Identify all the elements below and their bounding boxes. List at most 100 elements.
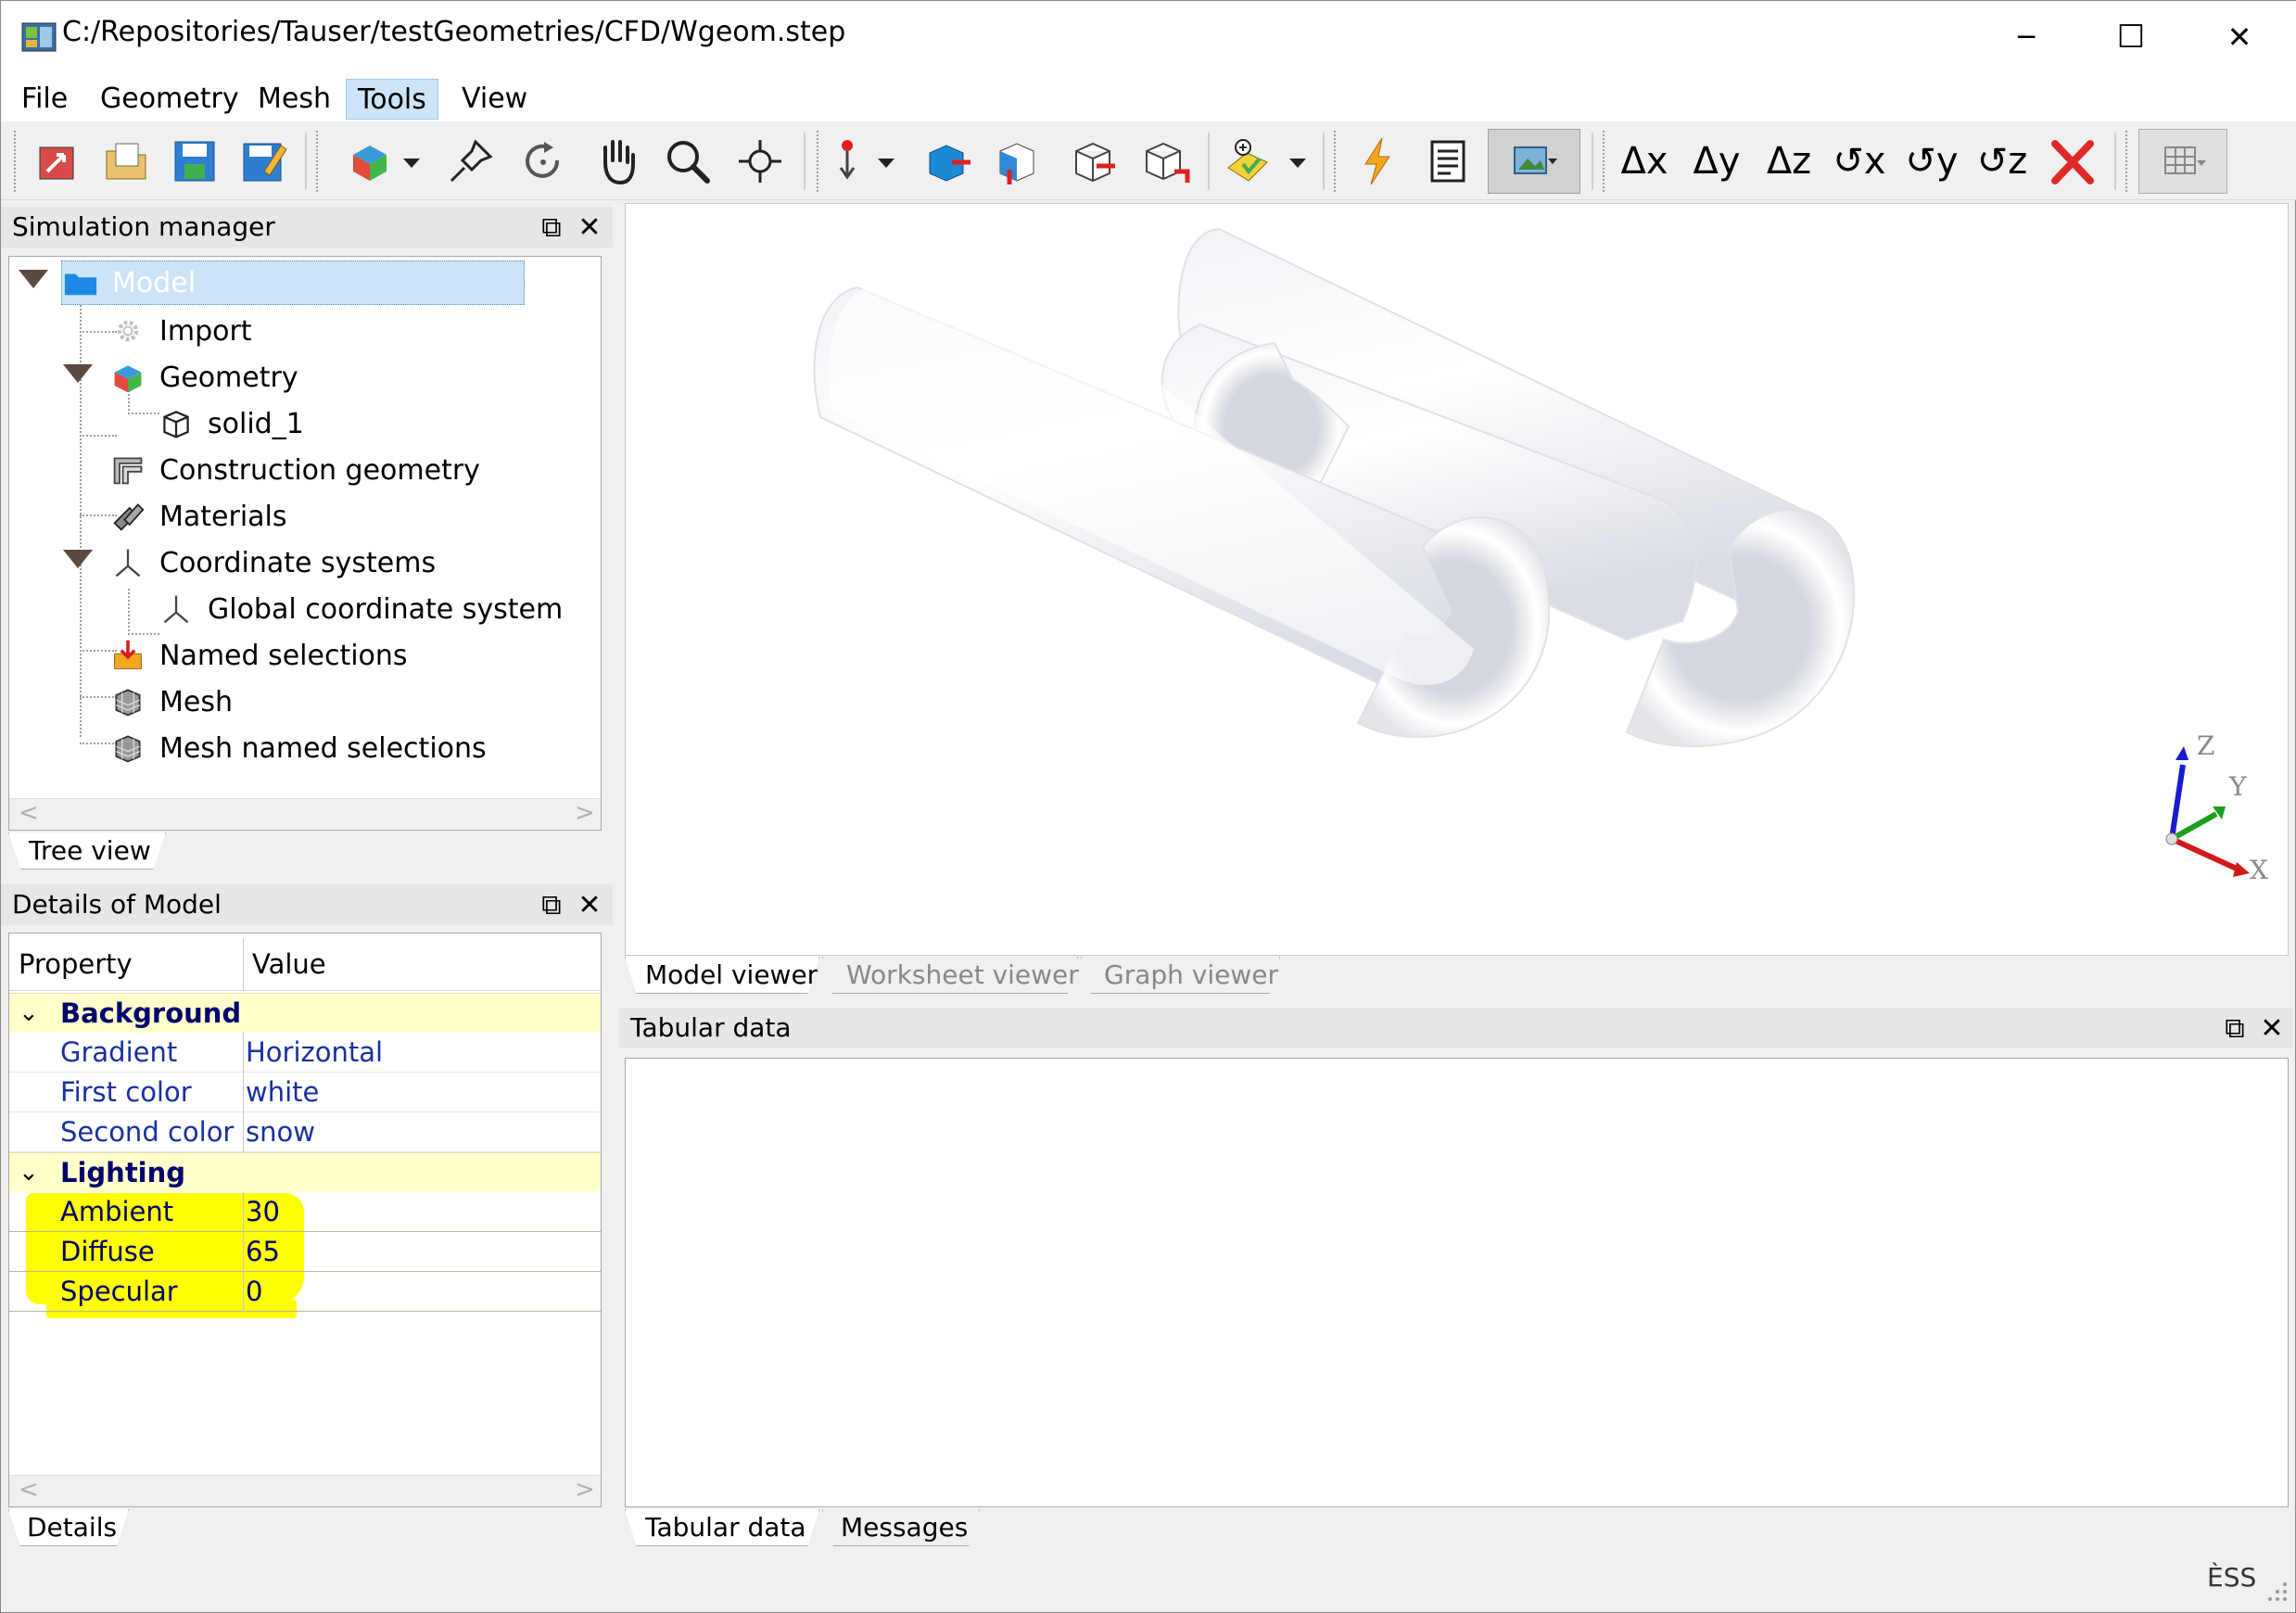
pin-button[interactable] <box>440 129 501 194</box>
toolbar-grip[interactable] <box>316 131 322 192</box>
group-background[interactable]: ⌄ Background <box>9 993 601 1033</box>
property-row-specular[interactable]: Specular 0 <box>9 1272 601 1312</box>
translate-y-button[interactable]: Δy <box>1686 129 1747 194</box>
column-divider <box>243 1192 244 1232</box>
tree-item-construction-geometry[interactable]: Construction geometry <box>109 448 480 492</box>
simulation-manager-close-button[interactable]: ✕ <box>571 209 608 246</box>
details-header: Property Value <box>9 939 601 991</box>
named-selection-icon <box>1223 134 1276 188</box>
rotate-y-button[interactable]: ↺y <box>1901 129 1962 194</box>
toolbar-grip[interactable] <box>1603 131 1608 192</box>
scroll-right-icon[interactable]: > <box>575 799 595 827</box>
tree-item-mesh-named-selections[interactable]: Mesh named selections <box>109 726 487 770</box>
menu-file[interactable]: File <box>10 79 79 120</box>
tree-item-global-coordinate-system[interactable]: Global coordinate system <box>158 587 563 631</box>
header-property: Property <box>19 948 133 980</box>
menu-mesh[interactable]: Mesh <box>247 79 342 120</box>
group-lighting[interactable]: ⌄ Lighting <box>9 1152 601 1192</box>
pick-point-button[interactable] <box>817 129 878 194</box>
solve-button[interactable] <box>1347 129 1408 194</box>
property-row-second-color[interactable]: Second color snow <box>9 1112 601 1152</box>
tree-expand-geometry[interactable] <box>63 364 93 383</box>
minimize-button[interactable]: ─ <box>1975 1 2077 73</box>
select-edge-button[interactable] <box>1061 129 1123 194</box>
tree-expand-coordinate-systems[interactable] <box>63 550 93 568</box>
tree-item-solid-1[interactable]: solid_1 <box>158 401 304 446</box>
screenshot-icon <box>1507 134 1561 188</box>
resize-grip-icon <box>2263 1577 2290 1605</box>
select-vertex-button[interactable] <box>1134 129 1195 194</box>
save-as-button[interactable] <box>233 129 294 194</box>
tree-view: Model Import Geometry solid_1 Constructi… <box>8 256 602 831</box>
pan-button[interactable] <box>587 129 648 194</box>
tree-horizontal-scrollbar[interactable]: < > <box>9 798 601 830</box>
application-window: C:/Repositories/Tauser/testGeometries/CF… <box>0 0 2296 1613</box>
open-button[interactable] <box>27 129 88 194</box>
named-selection-button[interactable] <box>1219 129 1280 194</box>
details-float-button[interactable]: ⧉ <box>533 886 570 923</box>
tree-item-materials[interactable]: Materials <box>109 494 287 539</box>
tree-item-geometry[interactable]: Geometry <box>109 355 298 400</box>
property-row-gradient[interactable]: Gradient Horizontal <box>9 1033 601 1073</box>
simulation-manager-float-button[interactable]: ⧉ <box>533 209 570 246</box>
scroll-left-icon[interactable]: < <box>19 799 39 827</box>
toolbar-grip[interactable] <box>1334 131 1339 192</box>
menu-geometry[interactable]: Geometry <box>89 79 250 120</box>
scroll-left-icon[interactable]: < <box>19 1476 39 1504</box>
geometry-dropdown[interactable] <box>398 129 425 194</box>
maximize-button[interactable]: ☐ <box>2080 1 2182 73</box>
toolbar-separator <box>305 133 307 190</box>
zoom-icon <box>661 134 715 188</box>
tabular-close-button[interactable]: ✕ <box>2253 1010 2290 1047</box>
save-button[interactable] <box>164 129 225 194</box>
open-folder-button[interactable] <box>95 129 157 194</box>
tree-item-coordinate-systems[interactable]: Coordinate systems <box>109 540 436 585</box>
property-row-diffuse[interactable]: Diffuse 65 <box>9 1232 601 1272</box>
tree-expand-model[interactable] <box>19 270 48 288</box>
menu-view[interactable]: View <box>450 79 539 120</box>
tree-item-import[interactable]: Import <box>109 309 252 353</box>
mesh-icon <box>109 683 146 720</box>
details-close-button[interactable]: ✕ <box>571 886 608 923</box>
translate-x-button[interactable]: Δx <box>1614 129 1675 194</box>
rotate-z-button[interactable]: ↺z <box>1972 129 2033 194</box>
resize-grip[interactable] <box>2263 1577 2290 1605</box>
report-button[interactable] <box>1417 129 1478 194</box>
details-horizontal-scrollbar[interactable]: < > <box>9 1475 601 1506</box>
screenshot-button[interactable] <box>1488 129 1580 194</box>
translate-z-button[interactable]: Δz <box>1758 129 1820 194</box>
chevron-down-icon[interactable]: ⌄ <box>19 1153 39 1193</box>
table-button[interactable] <box>2138 129 2227 194</box>
property-row-ambient[interactable]: Ambient 30 <box>9 1192 601 1232</box>
property-row-first-color[interactable]: First color white <box>9 1073 601 1112</box>
toolbar: Δx Δy Δz ↺x ↺y ↺z » <box>1 121 2296 200</box>
tree-item-mesh[interactable]: Mesh <box>109 679 233 724</box>
chevron-down-icon[interactable]: ⌄ <box>19 994 39 1034</box>
toolbar-grip[interactable] <box>14 131 19 192</box>
delete-button[interactable] <box>2042 129 2103 194</box>
zoom-button[interactable] <box>657 129 718 194</box>
toolbar-grip[interactable] <box>2125 131 2131 192</box>
menu-tools[interactable]: Tools <box>346 79 438 120</box>
select-face-button[interactable] <box>985 129 1047 194</box>
header-value: Value <box>252 948 326 980</box>
float-icon: ⧉ <box>2225 1012 2244 1045</box>
tree-line <box>128 413 159 414</box>
tree-item-named-selections[interactable]: Named selections <box>109 633 408 678</box>
model-viewer[interactable]: Z Y X <box>625 203 2289 956</box>
named-selection-dropdown[interactable] <box>1284 129 1312 194</box>
close-button[interactable]: ✕ <box>2188 1 2290 73</box>
rotate-x-button[interactable]: ↺x <box>1829 129 1890 194</box>
select-body-button[interactable] <box>917 129 978 194</box>
tabular-float-button[interactable]: ⧉ <box>2216 1010 2253 1047</box>
geometry-button[interactable] <box>340 129 401 194</box>
rotate-button[interactable] <box>513 129 574 194</box>
model-render[interactable] <box>626 204 2290 957</box>
close-icon: ✕ <box>2227 19 2252 55</box>
tree-item-model[interactable]: Model <box>61 260 525 305</box>
pick-dropdown[interactable] <box>872 129 900 194</box>
tabular-data-area[interactable] <box>625 1058 2289 1507</box>
fit-view-button[interactable] <box>729 129 791 194</box>
column-divider <box>243 1112 244 1152</box>
scroll-right-icon[interactable]: > <box>575 1476 595 1504</box>
